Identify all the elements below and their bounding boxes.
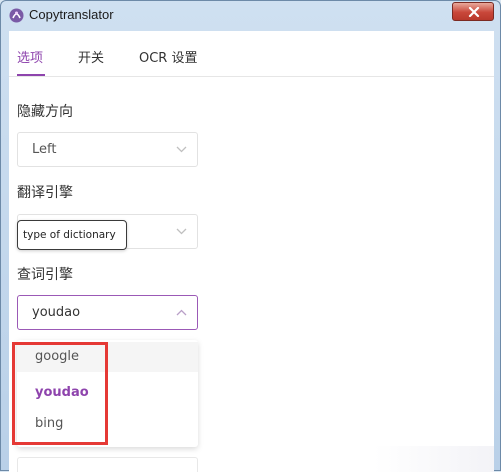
next-select-edge bbox=[17, 457, 198, 472]
tab-ocr-settings[interactable]: OCR 设置 bbox=[139, 47, 197, 66]
translate-engine-label: 翻译引擎 bbox=[17, 185, 73, 201]
close-button[interactable] bbox=[452, 2, 494, 21]
close-icon bbox=[468, 7, 480, 17]
tab-switches[interactable]: 开关 bbox=[78, 47, 104, 66]
chevron-down-icon bbox=[176, 146, 187, 153]
chevron-down-icon bbox=[176, 228, 187, 235]
chevron-up-icon bbox=[176, 309, 187, 316]
hide-direction-select[interactable]: Left bbox=[17, 132, 198, 167]
tab-options[interactable]: 选项 bbox=[17, 47, 43, 66]
title-bar[interactable]: Copytranslator bbox=[1, 1, 500, 30]
hide-direction-value: Left bbox=[32, 142, 57, 157]
dict-engine-select[interactable]: youdao bbox=[17, 295, 198, 330]
watermark bbox=[374, 446, 494, 472]
tooltip: type of dictionary bbox=[17, 220, 127, 250]
tab-bar: 选项 开关 OCR 设置 bbox=[9, 31, 494, 77]
hide-direction-label: 隐藏方向 bbox=[17, 104, 73, 120]
dict-engine-value: youdao bbox=[32, 305, 81, 320]
tooltip-text: type of dictionary bbox=[23, 229, 116, 241]
app-logo-icon bbox=[9, 8, 24, 23]
annotation-highlight-box bbox=[12, 342, 108, 445]
dict-engine-label: 查词引擎 bbox=[17, 267, 73, 283]
active-tab-indicator bbox=[17, 74, 45, 76]
app-window: Copytranslator 选项 开关 OCR 设置 隐藏方向 Left 翻译… bbox=[0, 0, 501, 472]
window-title: Copytranslator bbox=[29, 7, 114, 22]
